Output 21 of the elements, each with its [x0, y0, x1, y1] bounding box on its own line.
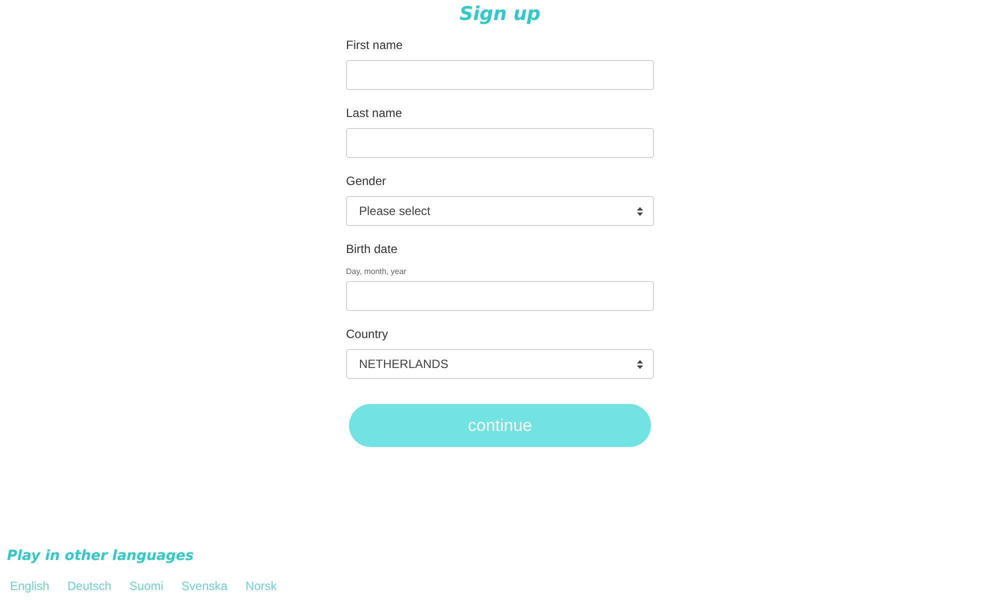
language-link[interactable]: Norsk	[245, 578, 277, 594]
up-down-arrows-icon	[637, 206, 643, 216]
up-down-arrows-icon	[637, 360, 643, 368]
continue-button[interactable]: continue	[349, 404, 651, 447]
language-link[interactable]: Svenska	[181, 578, 228, 594]
language-link[interactable]: Suomi	[129, 578, 164, 594]
field-label: Birth date	[346, 241, 398, 257]
field-label: Country	[346, 326, 388, 342]
field-hint: Day, month, year	[346, 267, 406, 277]
field-label: Last name	[346, 105, 402, 121]
language-link[interactable]: English	[10, 578, 50, 594]
input-field[interactable]	[346, 60, 654, 90]
language-link[interactable]: Deutsch	[67, 578, 112, 594]
field-label: First name	[346, 37, 403, 53]
field-label: Gender	[346, 173, 386, 189]
languages-heading: Play in other languages	[7, 547, 194, 566]
input-field[interactable]	[346, 128, 654, 158]
select-field[interactable]: Please select	[346, 196, 654, 226]
form-title: Sign up	[459, 2, 541, 26]
select-field[interactable]: NETHERLANDS	[346, 349, 654, 379]
input-field[interactable]	[346, 281, 654, 311]
